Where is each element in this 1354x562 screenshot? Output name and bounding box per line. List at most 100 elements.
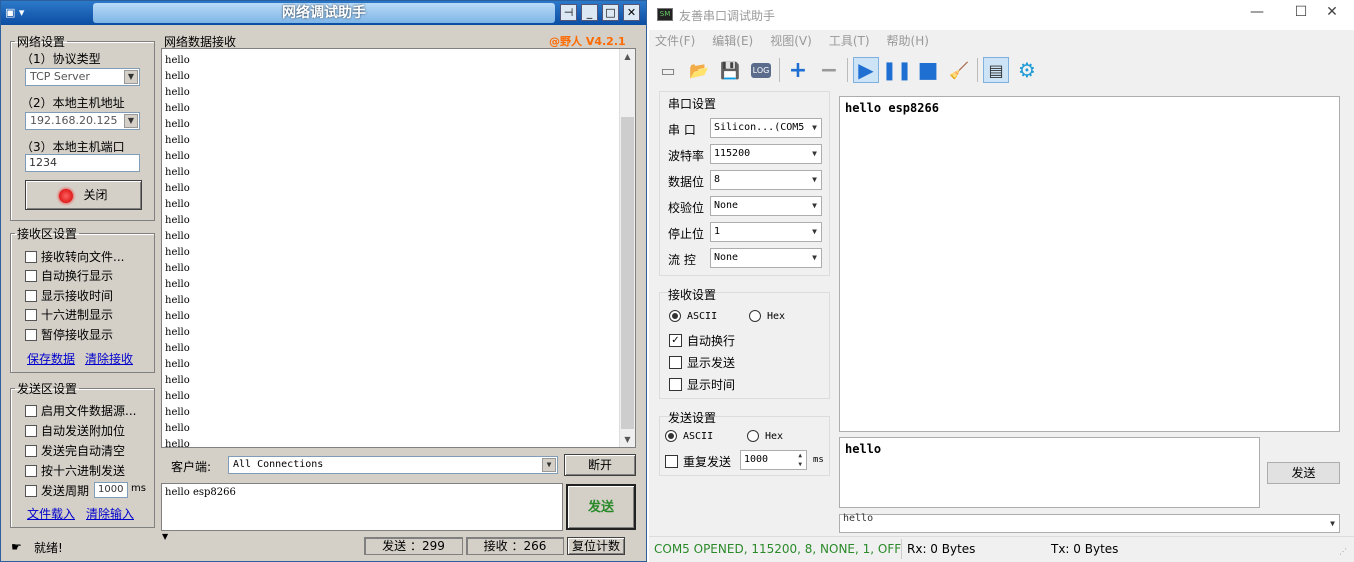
send-option-period[interactable]: 发送周期 — [25, 482, 89, 499]
net-settings-title: 网络设置 — [17, 35, 66, 49]
checkbox[interactable] — [25, 308, 37, 321]
minus-icon[interactable]: − — [816, 57, 842, 83]
checkbox[interactable] — [25, 424, 37, 437]
checkbox[interactable] — [669, 356, 682, 369]
databits-select[interactable]: 8 ▼ — [710, 170, 822, 190]
send-ascii-radio[interactable]: ASCII — [665, 430, 713, 442]
recv-hex-radio[interactable]: Hex — [749, 310, 785, 322]
recv-option-show-time[interactable]: 显示接收时间 — [25, 287, 113, 304]
gear-icon[interactable]: ⚙ — [1014, 57, 1040, 83]
serial-send-button[interactable]: 发送 — [1267, 462, 1340, 484]
chevron-down-icon: ▼ — [812, 123, 817, 132]
play-icon[interactable]: ▶ — [853, 57, 879, 83]
close-connection-button[interactable]: 关闭 — [25, 180, 142, 210]
broom-icon[interactable]: 🧹 — [946, 57, 972, 83]
recv-textarea[interactable]: hello hello hello hello hello hello hello hello… — [161, 48, 636, 450]
disconnect-button[interactable]: 断开 — [564, 454, 636, 476]
recv-option-hex[interactable]: 十六进制显示 — [25, 306, 113, 323]
recv-ascii-radio[interactable]: ASCII — [669, 310, 717, 322]
send-history-select[interactable]: hello ▼ — [839, 514, 1340, 533]
scroll-thumb[interactable] — [621, 117, 634, 429]
recv-option-pause[interactable]: 暂停接收显示 — [25, 326, 113, 343]
port-select[interactable]: Silicon...(COM5 ▼ — [710, 118, 822, 138]
layout-icon[interactable]: ▤ — [983, 57, 1009, 83]
save-icon[interactable]: 💾 — [717, 57, 743, 83]
close-icon[interactable]: ✕ — [623, 4, 640, 21]
send-textarea[interactable]: hello esp8266 — [161, 483, 563, 531]
radio[interactable] — [669, 310, 681, 322]
spin-arrows-icon[interactable]: ▲ ▼ — [798, 451, 802, 469]
repeat-period-spinner[interactable]: 1000 ▲ ▼ — [740, 450, 807, 470]
maximize-icon[interactable]: □ — [602, 4, 619, 21]
net-system-menu-icon[interactable]: ▣ ▾ — [5, 5, 45, 21]
recv-option-to-file[interactable]: 接收转向文件... — [25, 248, 124, 265]
checkbox-checked-icon[interactable]: ✓ — [669, 334, 682, 347]
menu-file[interactable]: 文件(F) — [655, 32, 695, 52]
radio[interactable] — [749, 310, 761, 322]
show-send-checkbox[interactable]: 显示发送 — [669, 354, 735, 371]
recv-line: hello — [165, 263, 190, 274]
open-file-icon[interactable]: 📂 — [686, 57, 712, 83]
reset-count-button[interactable]: 复位计数 — [567, 537, 625, 555]
port-input[interactable]: 1234 — [25, 154, 140, 172]
radio[interactable] — [747, 430, 759, 442]
checkbox[interactable] — [25, 444, 37, 457]
checkbox[interactable] — [25, 404, 37, 417]
checkbox[interactable] — [669, 378, 682, 391]
radio[interactable] — [665, 430, 677, 442]
menu-tools[interactable]: 工具(T) — [829, 32, 870, 52]
option-label: 显示接收时间 — [41, 289, 114, 303]
send-button[interactable]: 发送 — [566, 484, 636, 530]
log-icon[interactable]: LOG — [748, 57, 774, 83]
menu-view[interactable]: 视图(V) — [770, 32, 812, 52]
save-data-link[interactable]: 保存数据 — [27, 350, 75, 367]
checkbox[interactable] — [25, 484, 37, 497]
scroll-down-icon[interactable]: ▼ — [620, 432, 635, 447]
pin-icon[interactable]: ⊣ — [560, 4, 577, 21]
minimize-icon[interactable]: _ — [581, 4, 598, 21]
plus-icon[interactable]: + — [785, 57, 811, 83]
stopbits-select[interactable]: 1 ▼ — [710, 222, 822, 242]
file-load-link[interactable]: 文件载入 — [27, 505, 75, 522]
resize-grip-icon[interactable]: ⋰ — [1339, 547, 1347, 556]
checkbox[interactable] — [25, 269, 37, 282]
checkbox[interactable] — [25, 289, 37, 302]
flow-select[interactable]: None ▼ — [710, 248, 822, 268]
serial-recv-textarea[interactable]: hello esp8266 — [839, 96, 1340, 432]
send-period-input[interactable]: 1000 — [94, 482, 128, 498]
recv-line: hello — [165, 199, 190, 210]
repeat-send-checkbox[interactable]: 重复发送 — [665, 453, 731, 470]
checkbox[interactable] — [25, 464, 37, 477]
recv-settings-title: 接收区设置 — [17, 227, 78, 241]
new-file-icon[interactable]: ▭ — [655, 57, 681, 83]
client-select[interactable]: All Connections ▼ — [228, 456, 558, 474]
auto-newline-checkbox[interactable]: ✓ 自动换行 — [669, 332, 735, 349]
baud-select[interactable]: 115200 ▼ — [710, 144, 822, 164]
checkbox[interactable] — [25, 250, 37, 263]
host-select[interactable]: 192.168.20.125 ▼ — [25, 112, 140, 130]
close-icon[interactable]: ✕ — [1310, 4, 1354, 20]
checkbox[interactable] — [665, 455, 678, 468]
menu-help[interactable]: 帮助(H) — [887, 32, 929, 52]
minimize-icon[interactable]: — — [1235, 4, 1279, 20]
pause-icon[interactable]: ❚❚ — [882, 57, 912, 83]
send-hex-radio[interactable]: Hex — [747, 430, 783, 442]
send-option-auto-clear[interactable]: 发送完自动清空 — [25, 442, 125, 459]
clear-recv-link[interactable]: 清除接收 — [85, 350, 133, 367]
serial-send-textarea[interactable]: hello — [839, 437, 1260, 508]
checkbox[interactable] — [25, 328, 37, 341]
recv-option-auto-wrap[interactable]: 自动换行显示 — [25, 267, 113, 284]
menu-edit[interactable]: 编辑(E) — [712, 32, 753, 52]
send-option-file-source[interactable]: 启用文件数据源... — [25, 402, 136, 419]
show-time-checkbox[interactable]: 显示时间 — [669, 376, 735, 393]
parity-select[interactable]: None ▼ — [710, 196, 822, 216]
send-option-hex[interactable]: 按十六进制发送 — [25, 462, 125, 479]
protocol-select[interactable]: TCP Server ▼ — [25, 68, 140, 86]
stop-icon[interactable]: ■ — [915, 57, 941, 83]
period-value: 1000 — [744, 454, 769, 465]
send-option-append[interactable]: 自动发送附加位 — [25, 422, 125, 439]
clear-input-link[interactable]: 清除输入 — [86, 505, 134, 522]
recv-scrollbar[interactable]: ▲ ▼ — [619, 49, 635, 447]
scroll-up-icon[interactable]: ▲ — [620, 49, 635, 64]
option-label: 发送完自动清空 — [41, 444, 126, 458]
